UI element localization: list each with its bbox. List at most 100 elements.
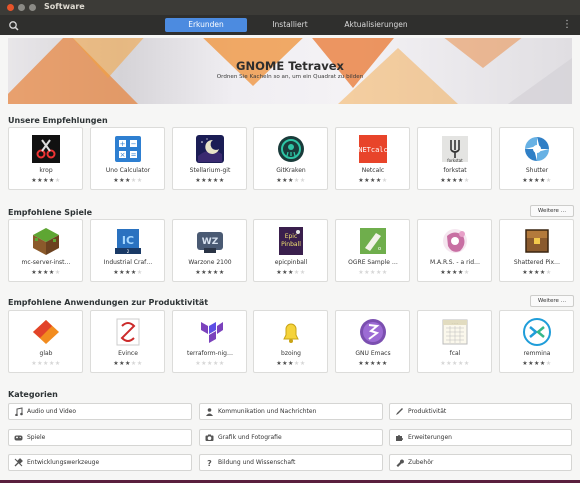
app-name: fcal — [449, 350, 461, 357]
tab-updates[interactable]: Aktualisierungen — [336, 18, 416, 32]
app-tile[interactable]: Shattered Pix… ★★★★★ — [499, 219, 574, 282]
category-button[interactable]: Erweiterungen — [389, 429, 572, 446]
camera-icon — [205, 434, 214, 441]
svg-text:?: ? — [207, 459, 212, 467]
svg-text:WZ: WZ — [202, 237, 219, 247]
gamepad-icon — [14, 435, 23, 441]
category-label: Erweiterungen — [408, 434, 452, 441]
app-rating: ★★★★★ — [195, 360, 225, 367]
category-label: Zubehör — [408, 459, 434, 466]
app-tile[interactable]: Shutter ★★★★★ — [499, 127, 574, 190]
app-tile[interactable]: M.A.R.S. - a rid… ★★★★★ — [417, 219, 492, 282]
category-button[interactable]: Grafik und Fotografie — [199, 429, 383, 446]
app-rating: ★★★★★ — [31, 269, 61, 276]
pinball-icon: EpicPinball — [279, 227, 303, 255]
headerbar: Erkunden Installiert Aktualisierungen ⋮ — [0, 15, 580, 35]
svg-text:NETcalc: NETcalc — [358, 146, 388, 154]
app-name: OGRE Sample … — [348, 259, 398, 266]
shattered-pixel-icon — [525, 229, 549, 253]
app-tile[interactable]: · · · · fcal ★★★★★ — [417, 310, 492, 373]
app-tile[interactable]: NETcalc Netcalc ★★★★★ — [335, 127, 410, 190]
app-tile[interactable]: GNU Emacs ★★★★★ — [335, 310, 410, 373]
app-rating: ★★★★★ — [522, 269, 552, 276]
app-name: bzoing — [281, 350, 301, 357]
app-tile[interactable]: forkstat forkstat ★★★★★ — [417, 127, 492, 190]
app-tile[interactable]: Evince ★★★★★ — [90, 310, 165, 373]
app-name: remmina — [523, 350, 551, 357]
category-label: Bildung und Wissenschaft — [218, 459, 296, 466]
netcalc-icon: NETcalc — [358, 135, 388, 163]
app-tile[interactable]: GitKraken ★★★★★ — [253, 127, 328, 190]
app-tile[interactable]: krop ★★★★★ — [8, 127, 83, 190]
tab-installed[interactable]: Installiert — [262, 18, 318, 32]
app-tile[interactable]: mc-server-inst… ★★★★★ — [8, 219, 83, 282]
svg-text:−: − — [131, 140, 137, 148]
close-window-button[interactable] — [7, 4, 14, 11]
calendar-icon: · · · · — [442, 319, 468, 345]
menu-button[interactable]: ⋮ — [562, 18, 572, 32]
category-button[interactable]: Produktivität — [389, 403, 572, 420]
category-button[interactable]: Audio und Video — [8, 403, 192, 420]
svg-text:IC: IC — [122, 234, 134, 247]
category-button[interactable]: Entwicklungswerkzeuge — [8, 454, 192, 471]
app-rating: ★★★★★ — [113, 177, 143, 184]
search-icon — [9, 21, 19, 31]
evince-icon — [116, 318, 140, 346]
app-name: GitKraken — [276, 167, 306, 174]
svg-text:Epic: Epic — [285, 233, 298, 240]
maximize-window-button[interactable] — [29, 4, 36, 11]
app-rating: ★★★★★ — [31, 177, 61, 184]
music-note-icon — [15, 407, 23, 416]
emacs-icon — [360, 319, 386, 345]
category-button[interactable]: Zubehör — [389, 454, 572, 471]
app-tile[interactable]: remmina ★★★★★ — [499, 310, 574, 373]
titlebar: Software — [0, 0, 580, 15]
app-tile[interactable]: glab ★★★★★ — [8, 310, 83, 373]
minimize-window-button[interactable] — [18, 4, 25, 11]
warzone-icon: WZ — [197, 232, 223, 253]
app-name: forkstat — [443, 167, 467, 174]
shutter-icon — [524, 136, 550, 162]
featured-banner[interactable]: GNOME Tetravex Ordnen Sie Kacheln so an,… — [8, 38, 572, 104]
wrench-icon — [396, 459, 404, 467]
svg-text:Pinball: Pinball — [281, 241, 301, 248]
app-tile[interactable]: WZ Warzone 2100 ★★★★★ — [172, 219, 247, 282]
more-games-button[interactable]: Weitere … — [530, 205, 574, 217]
category-button[interactable]: Kommunikation und Nachrichten — [199, 403, 383, 420]
forkstat-icon: forkstat — [442, 136, 468, 163]
app-tile[interactable]: IC 2 Industrial Craf… ★★★★★ — [90, 219, 165, 282]
app-name: Industrial Craf… — [103, 259, 153, 266]
app-tile[interactable]: + − × = Uno Calculator ★★★★★ — [90, 127, 165, 190]
svg-text:o: o — [378, 246, 381, 252]
puzzle-icon — [396, 435, 403, 441]
pencil-icon — [396, 408, 403, 415]
app-rating: ★★★★★ — [113, 360, 143, 367]
category-label: Grafik und Fotografie — [218, 434, 282, 441]
app-tile[interactable]: bzoing ★★★★★ — [253, 310, 328, 373]
category-button[interactable]: Spiele — [8, 429, 192, 446]
app-tile[interactable]: terraform-nig… ★★★★★ — [172, 310, 247, 373]
category-button[interactable]: ? Bildung und Wissenschaft — [199, 454, 383, 471]
app-tile[interactable]: o OGRE Sample … ★★★★★ — [335, 219, 410, 282]
stellarium-icon — [196, 135, 224, 163]
krop-icon — [32, 135, 60, 163]
app-name: epicpinball — [274, 259, 308, 266]
terraform-icon — [201, 322, 223, 343]
section-title-recommended: Unsere Empfehlungen — [8, 116, 108, 125]
app-rating: ★★★★★ — [195, 269, 225, 276]
search-button[interactable] — [7, 18, 21, 32]
mars-icon — [443, 229, 467, 253]
tab-explore[interactable]: Erkunden — [165, 18, 247, 32]
person-icon — [206, 408, 213, 416]
app-name: Warzone 2100 — [188, 259, 232, 266]
app-name: Stellarium-git — [189, 167, 231, 174]
svg-text:=: = — [131, 151, 137, 159]
app-name: Netcalc — [361, 167, 385, 174]
industrial-craft-icon: IC 2 — [115, 229, 141, 254]
more-productivity-button[interactable]: Weitere … — [530, 295, 574, 307]
app-tile[interactable]: Stellarium-git ★★★★★ — [172, 127, 247, 190]
app-tile[interactable]: Epic Pinball epicpinball ★★★★★ — [253, 219, 328, 282]
svg-text:2: 2 — [127, 249, 130, 254]
app-name: krop — [39, 167, 53, 174]
app-rating: ★★★★★ — [113, 269, 143, 276]
